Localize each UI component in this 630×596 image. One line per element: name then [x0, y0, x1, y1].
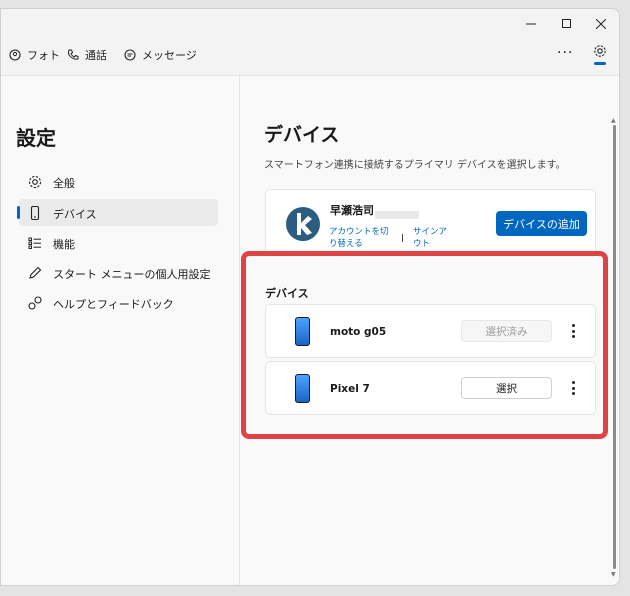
sign-out-link[interactable]: サインアウト	[413, 226, 453, 250]
switch-account-link[interactable]: アカウントを切り替える	[329, 226, 395, 250]
settings-title: 設定	[16, 126, 56, 150]
sidebar-item-label: ヘルプとフィードバック	[53, 298, 174, 311]
tab-messages[interactable]: メッセージ	[124, 45, 197, 65]
feature-list-icon	[28, 237, 41, 249]
title-bar	[1, 9, 619, 37]
link-separator	[402, 234, 403, 242]
close-button[interactable]	[583, 13, 619, 35]
tab-label: 通話	[85, 49, 107, 62]
sidebar-item-features[interactable]: 機能	[19, 229, 218, 256]
sidebar-item-devices[interactable]: デバイス	[17, 199, 218, 226]
scroll-down-arrow[interactable]: ▼	[611, 571, 616, 578]
add-device-button[interactable]: デバイスの追加	[496, 211, 587, 236]
photo-icon	[9, 49, 21, 61]
scroll-up-arrow[interactable]: ▲	[611, 117, 616, 124]
account-card: 早瀬浩司 アカウントを切り替える サインアウト デバイスの追加	[265, 189, 596, 255]
account-name: 早瀬浩司	[330, 204, 374, 217]
sidebar-item-help[interactable]: ヘルプとフィードバック	[19, 289, 218, 316]
maximize-button[interactable]	[549, 13, 585, 35]
phone-device-icon	[30, 205, 40, 221]
page-title: デバイス	[264, 124, 340, 146]
phone-call-icon	[67, 49, 79, 61]
gear-icon	[594, 45, 606, 57]
message-icon	[124, 49, 136, 61]
minimize-button[interactable]	[513, 13, 549, 35]
sidebar-item-label: スタート メニューの個人用設定	[53, 268, 211, 281]
tab-settings[interactable]	[589, 44, 611, 70]
maximize-icon	[562, 19, 571, 28]
tab-label: メッセージ	[142, 49, 197, 62]
avatar	[286, 207, 320, 241]
sidebar-item-label: 機能	[53, 238, 75, 251]
gear-icon	[28, 175, 42, 189]
tab-calls[interactable]: 通話	[67, 45, 107, 65]
close-icon	[596, 19, 606, 29]
tab-bar: フォト 通話 メッセージ ···	[1, 37, 619, 75]
sidebar-item-start-menu[interactable]: スタート メニューの個人用設定	[19, 259, 218, 286]
settings-sidebar: 設定 全般 デバイス 機能 スタート メニューの個人用設定 ヘルプとフィードバッ…	[1, 76, 240, 585]
active-indicator	[17, 206, 20, 219]
tab-label: フォト	[27, 49, 60, 62]
sidebar-item-general[interactable]: 全般	[19, 168, 218, 195]
scrollbar[interactable]	[613, 125, 616, 569]
pen-icon	[29, 266, 42, 279]
highlight-annotation	[241, 251, 608, 439]
page-description: スマートフォン連携に接続するプライマリ デバイスを選択します。	[264, 160, 566, 171]
sidebar-item-label: デバイス	[53, 208, 97, 221]
sidebar-item-label: 全般	[53, 177, 75, 190]
minimize-icon	[526, 23, 536, 25]
tab-photos[interactable]: フォト	[9, 45, 60, 65]
more-options-button[interactable]: ···	[557, 45, 573, 61]
help-feedback-icon	[28, 296, 42, 310]
active-tab-indicator	[594, 62, 606, 65]
redacted-email	[375, 211, 419, 219]
